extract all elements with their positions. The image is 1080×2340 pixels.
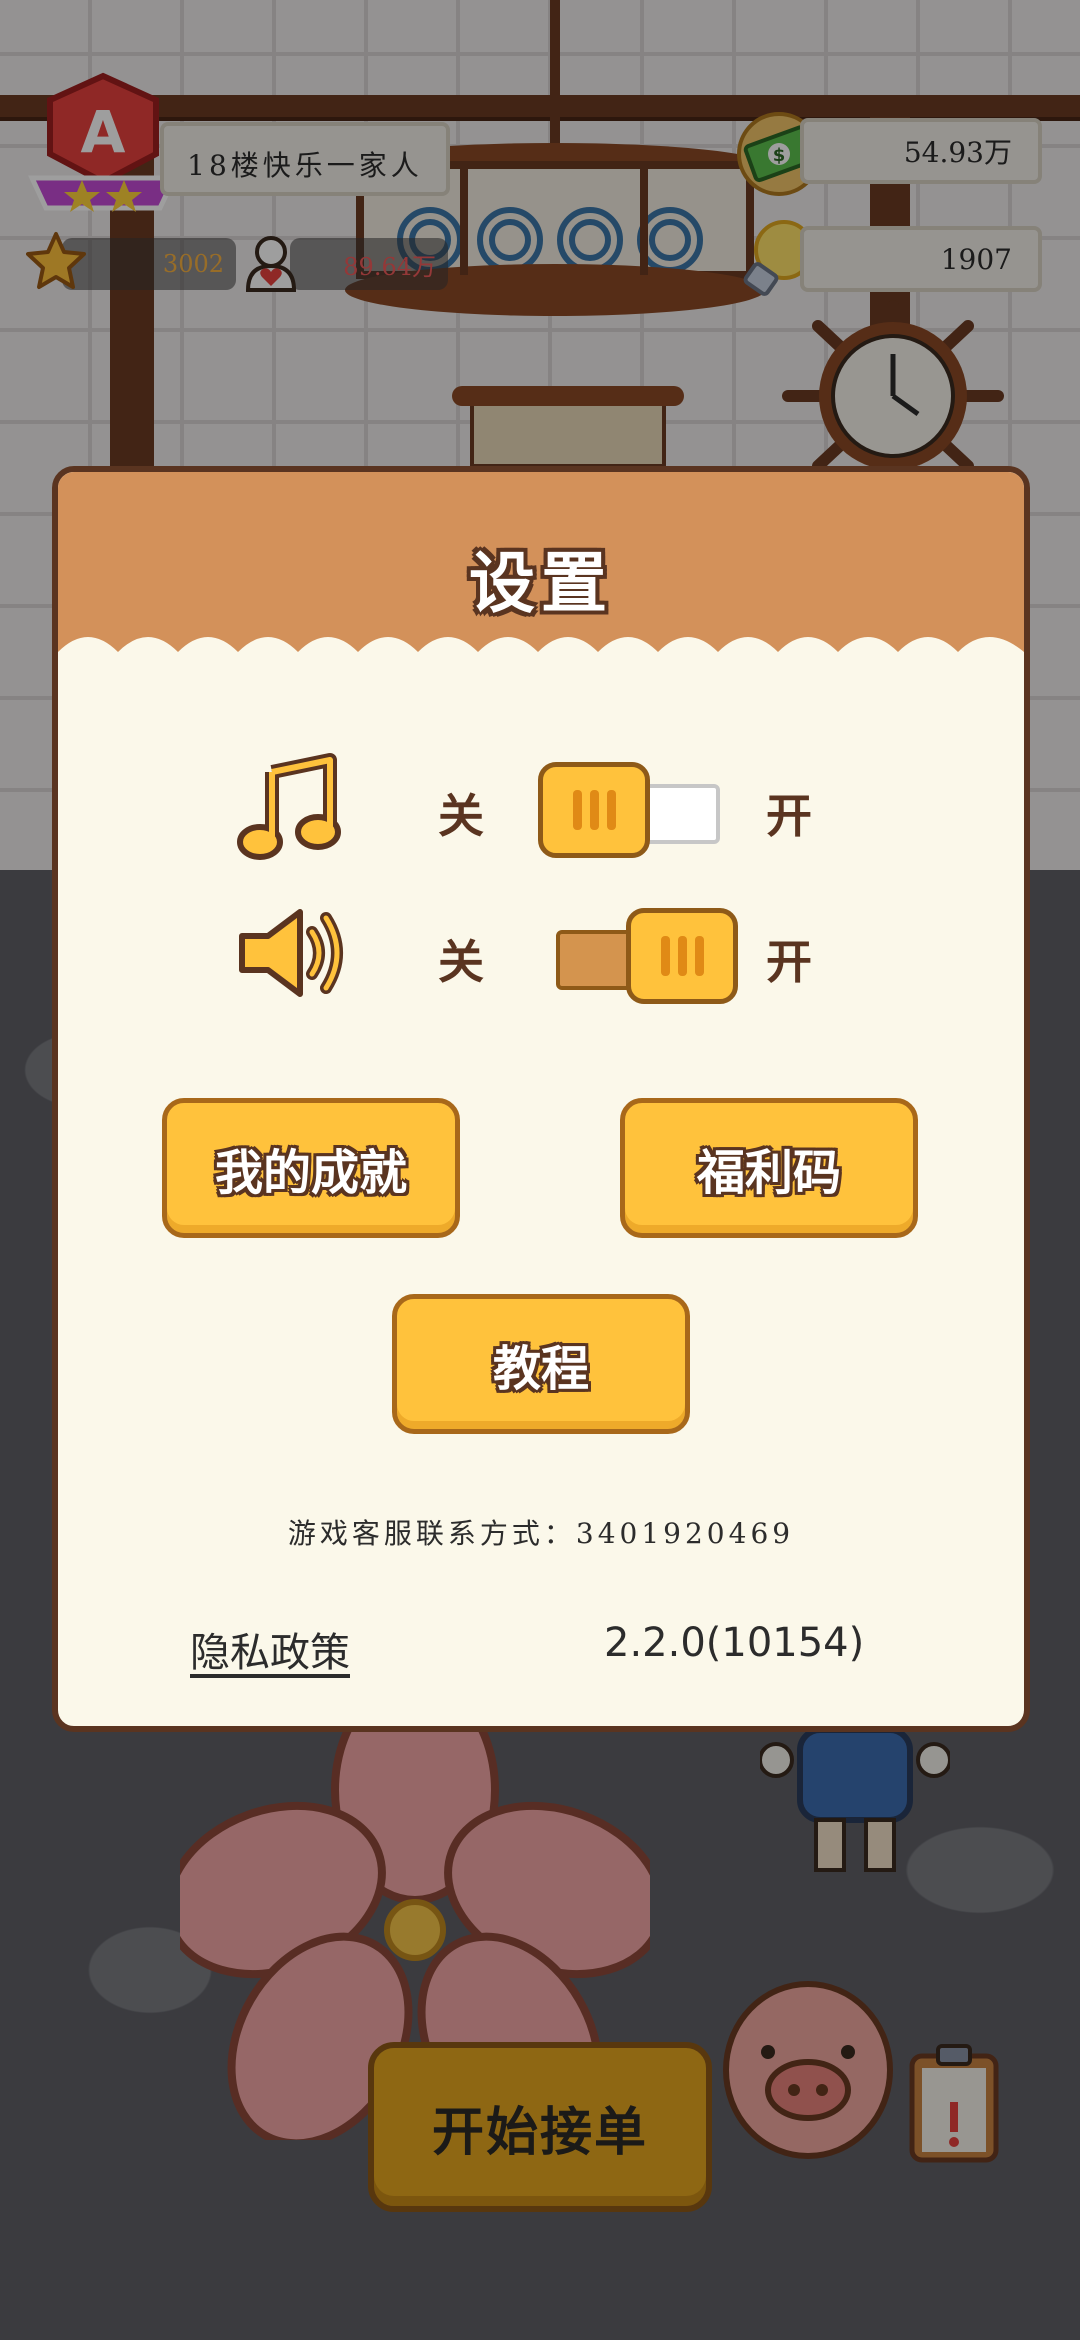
tutorial-button[interactable]: 教程	[392, 1294, 690, 1434]
wave-divider	[58, 637, 1024, 682]
music-setting-row: 关 开	[58, 752, 1024, 862]
sound-on-label: 开	[766, 935, 812, 989]
sound-toggle[interactable]	[538, 908, 738, 1004]
sound-toggle-knob[interactable]	[626, 908, 738, 1004]
speaker-icon	[239, 909, 343, 997]
music-toggle[interactable]	[538, 762, 738, 858]
sound-off-label: 关	[438, 935, 484, 989]
app-version: 2.2.0(10154)	[604, 1620, 865, 1666]
achievements-label: 我的成就	[214, 1145, 407, 1201]
music-note-icon	[237, 753, 341, 860]
gift-code-button[interactable]: 福利码	[620, 1098, 918, 1238]
settings-dialog: 设置 关 开 关 开 我的成就 福利码 教程 游戏客服联系方式：34019204…	[52, 466, 1030, 1732]
dialog-title: 设置	[469, 545, 613, 622]
music-toggle-knob[interactable]	[538, 762, 650, 858]
sound-setting-row: 关 开	[58, 898, 1024, 1008]
gift-code-label: 福利码	[696, 1145, 841, 1201]
achievements-button[interactable]: 我的成就	[162, 1098, 460, 1238]
music-on-label: 开	[766, 789, 812, 843]
music-off-label: 关	[438, 789, 484, 843]
privacy-policy-link[interactable]: 隐私政策	[190, 1620, 350, 1678]
support-contact-text: 游戏客服联系方式：3401920469	[287, 1517, 795, 1550]
tutorial-label: 教程	[492, 1341, 589, 1397]
